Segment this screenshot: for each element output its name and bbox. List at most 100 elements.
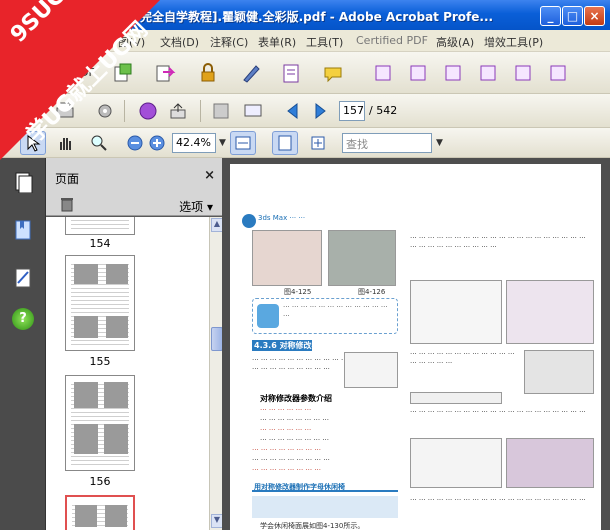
zoom-level-input[interactable]: 42.4%	[172, 133, 216, 153]
forms-button[interactable]	[278, 61, 304, 85]
tool-e-button[interactable]	[510, 61, 536, 85]
tool-f-button[interactable]	[545, 61, 571, 85]
menu-certified-pdf[interactable]: Certified PDF	[356, 34, 428, 47]
help-icon[interactable]: ?	[12, 308, 34, 330]
menu-document[interactable]: 文档(D)	[160, 34, 199, 50]
save-button[interactable]	[208, 99, 234, 123]
page-thumbnail[interactable]	[65, 375, 135, 471]
figure-wireframe-image	[410, 280, 502, 344]
options-menu[interactable]: 选项 ▾	[179, 198, 213, 215]
page-thumbnail-current[interactable]	[65, 495, 135, 530]
frame-icon	[410, 65, 426, 81]
page-layout-icon	[278, 135, 292, 151]
param-line: ··· ··· ··· ··· ··· ··· ··· ··· ···	[252, 456, 330, 464]
figure-vase-image	[252, 230, 322, 286]
page-total: / 542	[369, 104, 398, 117]
display-button[interactable]	[240, 99, 266, 123]
zoom-dropdown-arrow[interactable]: ▼	[219, 138, 226, 148]
footer-note: 学会休闲椅面展如图4-130所示。	[260, 522, 365, 530]
figure-chair-model-image	[524, 350, 594, 394]
figure-purple-chair-image	[506, 280, 594, 344]
frame-icon	[550, 65, 566, 81]
search-dropdown-arrow[interactable]: ▼	[436, 138, 443, 148]
figure-twist-image	[328, 230, 396, 286]
menu-forms[interactable]: 表单(R)	[258, 34, 296, 50]
pages-panel: 页面 × 选项 ▾ 154 155 156 ▲ ▼	[45, 158, 223, 530]
signature-icon	[15, 268, 31, 288]
separator	[200, 100, 201, 122]
thumbnail-label: 155	[89, 355, 111, 368]
expand-icon	[311, 136, 325, 150]
pages-panel-header: 页面 × 选项 ▾	[46, 158, 223, 216]
fit-width-button[interactable]	[230, 131, 256, 155]
sign-button[interactable]	[238, 61, 264, 85]
close-button[interactable]: ×	[584, 6, 605, 26]
figure-frame-image	[410, 438, 502, 488]
menu-advanced[interactable]: 高级(A)	[436, 34, 474, 50]
sub-heading: 对称修改器参数介绍	[260, 394, 332, 403]
signatures-panel-button[interactable]	[12, 266, 34, 290]
document-area[interactable]: 3ds Max ··· ··· 图4-125 图4-126 ··· ··· ··…	[222, 158, 610, 530]
body-paragraph: ··· ··· ··· ··· ··· ··· ··· ··· ··· ··· …	[410, 408, 586, 416]
tool-c-button[interactable]	[440, 61, 466, 85]
previous-page-button[interactable]	[280, 99, 306, 123]
body-paragraph: ··· ··· ··· ··· ··· ··· ··· ··· ··· ··· …	[410, 234, 586, 251]
tip-box: ··· ··· ··· ··· ··· ··· ··· ··· ··· ··· …	[252, 298, 398, 334]
pdf-page: 3ds Max ··· ··· 图4-125 图4-126 ··· ··· ··…	[230, 164, 601, 530]
tool-d-button[interactable]	[475, 61, 501, 85]
pages-panel-button[interactable]	[12, 170, 34, 194]
options-label: 选项	[179, 200, 204, 214]
window-title: 完全自学教程].瞿颖健.全彩版.pdf - Adobe Acrobat Prof…	[140, 10, 494, 24]
table-title: 用对称修改器制作字母休闲椅	[254, 483, 345, 491]
panel-close-button[interactable]: ×	[204, 168, 215, 183]
menu-tools[interactable]: 工具(T)	[306, 34, 343, 50]
figure-chair-render-image	[506, 438, 594, 488]
page-thumbnail[interactable]	[65, 255, 135, 351]
minimize-button[interactable]: _	[540, 6, 561, 26]
bookmarks-panel-button[interactable]	[12, 218, 34, 242]
next-page-button[interactable]	[307, 99, 333, 123]
thumbnail-label: 156	[89, 475, 111, 488]
param-line: ··· ··· ··· ··· ··· ···	[260, 406, 312, 414]
param-line: ··· ··· ··· ··· ··· ··· ··· ···	[260, 416, 329, 424]
menu-plugins[interactable]: 增效工具(P)	[484, 34, 543, 50]
arrow-left-icon	[287, 102, 298, 120]
single-page-button[interactable]	[272, 131, 298, 155]
arrow-right-icon	[315, 102, 326, 120]
comment-icon	[324, 67, 342, 83]
fit-width-icon	[235, 136, 251, 150]
tip-text: ··· ··· ··· ··· ··· ··· ··· ··· ··· ··· …	[283, 303, 388, 320]
pen-icon	[243, 65, 260, 83]
thumbnail-list[interactable]: 154 155 156	[46, 217, 209, 530]
frame-icon	[480, 65, 496, 81]
save-icon	[213, 103, 229, 119]
tool-b-button[interactable]	[405, 61, 431, 85]
navigation-strip: ?	[0, 158, 45, 530]
form-icon	[283, 64, 299, 83]
figure-caption: 图4-125	[284, 288, 312, 296]
thumbnail-scrollbar[interactable]: ▲ ▼	[209, 217, 223, 530]
maximize-button[interactable]: □	[562, 6, 583, 26]
menu-comments[interactable]: 注释(C)	[210, 34, 248, 50]
upload-button[interactable]	[165, 99, 191, 123]
chapter-logo-icon	[242, 214, 256, 228]
trash-icon[interactable]	[60, 196, 74, 212]
search-input[interactable]: 查找	[342, 133, 432, 153]
pages-panel-title: 页面	[55, 172, 80, 186]
review-button[interactable]	[320, 61, 346, 85]
page-thumbnail[interactable]	[65, 217, 135, 235]
param-line: ··· ··· ··· ··· ··· ··· ··· ···	[260, 436, 329, 444]
body-paragraph: ··· ··· ··· ··· ··· ··· ··· ··· ··· ··· …	[410, 350, 515, 367]
secure-button[interactable]	[195, 61, 221, 85]
param-line: ··· ··· ··· ··· ··· ··· ··· ···	[252, 446, 321, 454]
frame-icon	[445, 65, 461, 81]
tip-icon	[257, 304, 279, 328]
page-header-text: 3ds Max ··· ···	[258, 214, 306, 222]
figure-caption-strip	[410, 392, 502, 404]
section-title: 4.3.6 对称修改器	[254, 341, 320, 350]
fit-page-button[interactable]	[305, 131, 331, 155]
panel-screenshot-image	[344, 352, 398, 388]
page-number-input[interactable]: 157	[339, 101, 365, 121]
bookmark-icon	[15, 220, 31, 240]
tool-a-button[interactable]	[370, 61, 396, 85]
